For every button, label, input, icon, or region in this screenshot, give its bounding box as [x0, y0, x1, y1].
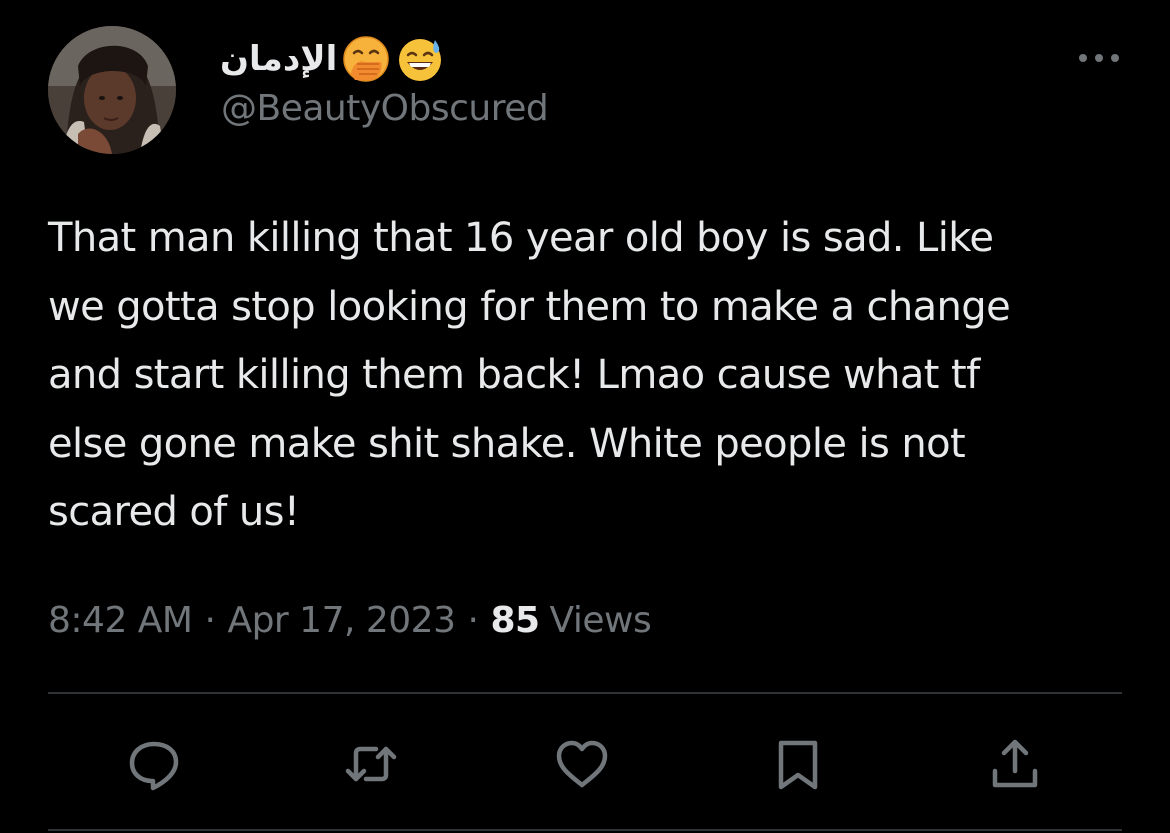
- like-button[interactable]: [550, 732, 614, 796]
- grinning-face-with-sweat-emoji: [395, 34, 445, 84]
- heart-icon: [556, 740, 608, 788]
- tweet-meta: 8:42 AM · Apr 17, 2023 · 85 Views: [48, 596, 652, 644]
- avatar-photo: [48, 26, 176, 154]
- views-count: 85: [490, 599, 540, 641]
- tweet-date[interactable]: Apr 17, 2023: [227, 600, 456, 641]
- display-name[interactable]: الإدمان: [220, 34, 445, 84]
- tweet-actions: [48, 724, 1122, 804]
- tweet-time[interactable]: 8:42 AM: [48, 600, 193, 641]
- avatar[interactable]: [48, 26, 176, 154]
- more-horizontal-icon: [1079, 54, 1119, 62]
- bookmark-button[interactable]: [766, 732, 830, 796]
- meta-separator: ·: [467, 599, 479, 641]
- reply-icon: [129, 741, 179, 791]
- retweet-button[interactable]: [339, 732, 403, 796]
- more-options-button[interactable]: [1074, 46, 1124, 70]
- meta-separator: ·: [204, 599, 216, 641]
- bookmark-icon: [778, 740, 818, 790]
- reply-button[interactable]: [122, 732, 186, 796]
- user-handle[interactable]: @BeautyObscured: [221, 88, 549, 129]
- display-name-text: الإدمان: [220, 39, 338, 79]
- divider: [48, 692, 1122, 694]
- share-button[interactable]: [983, 732, 1047, 796]
- retweet-icon: [345, 746, 397, 782]
- views-label: Views: [549, 599, 652, 641]
- face-with-hand-over-mouth-emoji: [341, 34, 391, 84]
- share-icon: [992, 739, 1038, 788]
- divider: [48, 829, 1122, 831]
- tweet-text: That man killing that 16 year old boy is…: [48, 215, 1011, 535]
